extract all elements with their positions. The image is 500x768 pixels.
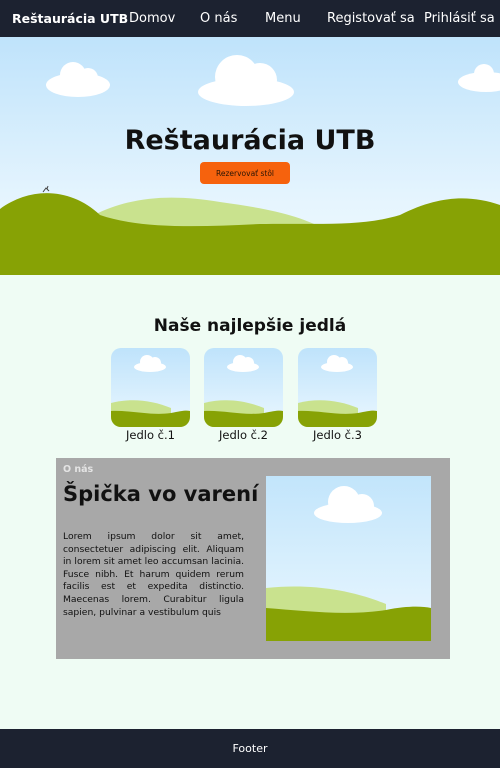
- footer: Footer: [0, 729, 500, 768]
- dish-image: [204, 348, 283, 427]
- about-heading: Špička vo varení: [63, 482, 259, 506]
- reserve-table-button[interactable]: Rezervovať stôl: [200, 162, 290, 184]
- dishes-section-title: Naše najlepšie jedlá: [153, 316, 347, 336]
- about-text: Lorem ipsum dolor sit amet, consectetuer…: [63, 531, 244, 618]
- dish-image: [111, 348, 190, 427]
- dish-card-2[interactable]: Jedlo č.2: [204, 348, 283, 442]
- dish-image: [298, 348, 377, 427]
- about-kicker: O nás: [63, 464, 94, 475]
- dish-label: Jedlo č.2: [219, 428, 268, 442]
- dish-card-3[interactable]: Jedlo č.3: [298, 348, 377, 442]
- cloud-icon: [227, 355, 259, 372]
- dish-label: Jedlo č.3: [313, 428, 362, 442]
- dish-placeholder-illustration: [204, 355, 283, 427]
- hero-banner: Reštaurácia UTB Rezervovať stôl: [0, 37, 500, 275]
- dish-placeholder-illustration: [298, 355, 377, 427]
- nav-link-about[interactable]: O nás: [200, 11, 237, 26]
- cloud-icon: [321, 355, 353, 372]
- nav-link-login[interactable]: Prihlásiť sa: [424, 11, 495, 26]
- nav-link-menu[interactable]: Menu: [265, 11, 301, 26]
- cloud-icon: [46, 62, 110, 97]
- brand-logo-text[interactable]: Reštaurácia UTB: [12, 11, 128, 26]
- about-placeholder-illustration: [266, 486, 431, 641]
- hero-landscape-illustration: [0, 55, 500, 275]
- about-image: [266, 476, 431, 641]
- nav-link-register[interactable]: Registovať sa: [327, 11, 415, 26]
- nav-link-home[interactable]: Domov: [129, 11, 175, 26]
- dish-placeholder-illustration: [111, 355, 190, 427]
- cloud-icon: [134, 355, 166, 372]
- cloud-icon: [314, 486, 382, 523]
- dish-card-1[interactable]: Jedlo č.1: [111, 348, 190, 442]
- cloud-icon: [198, 55, 294, 106]
- hero-title: Reštaurácia UTB: [124, 125, 376, 156]
- about-section: O nás Špička vo varení Lorem ipsum dolor…: [56, 458, 450, 659]
- cloud-icon: [458, 64, 500, 92]
- dish-label: Jedlo č.1: [126, 428, 175, 442]
- footer-text: Footer: [232, 742, 268, 755]
- top-navbar: Reštaurácia UTB Domov O nás Menu Registo…: [0, 0, 500, 37]
